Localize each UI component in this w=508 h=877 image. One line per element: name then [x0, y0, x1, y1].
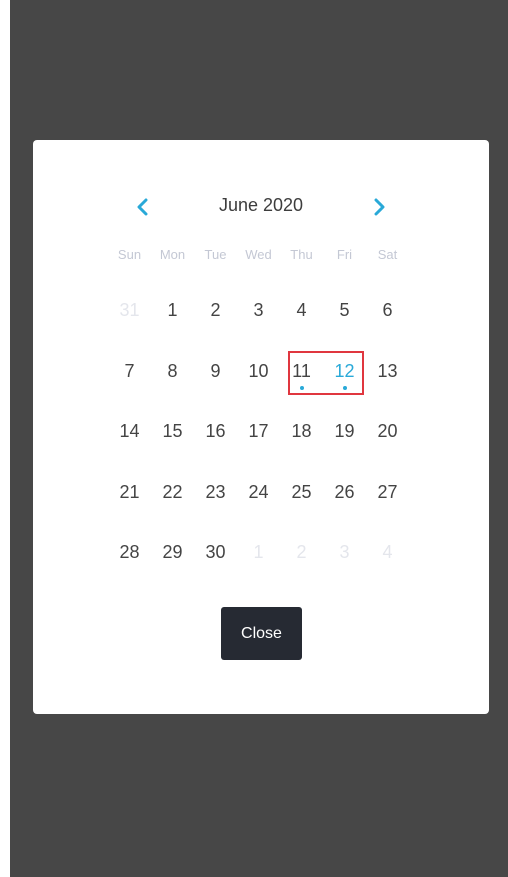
calendar-day[interactable]: 24: [237, 472, 280, 516]
weekday-label: Thu: [290, 247, 313, 262]
calendar-week-row: 28 29 30 1 2 3 4: [108, 532, 409, 576]
next-month-button[interactable]: [364, 192, 394, 222]
previous-month-button[interactable]: [128, 192, 158, 222]
calendar-modal: June 2020 Sun Mon Tue Wed Thu Fri Sat 31…: [33, 140, 489, 714]
calendar-day[interactable]: 9: [194, 351, 237, 395]
calendar-day-label: 18: [291, 421, 312, 441]
calendar-day[interactable]: 27: [366, 472, 409, 516]
weekday-label: Sun: [117, 247, 142, 262]
calendar-week-row: 14 15 16 17 18 19 20: [108, 411, 409, 455]
calendar-week-row: 7 8 9 10 11 12 13: [108, 351, 409, 395]
calendar-day[interactable]: 21: [108, 472, 151, 516]
calendar-day[interactable]: 20: [366, 411, 409, 455]
chevron-left-icon: [137, 198, 148, 216]
calendar-day[interactable]: 30: [194, 532, 237, 576]
calendar-day-outside-month[interactable]: 2: [280, 532, 323, 576]
calendar-day-label: 29: [162, 542, 183, 562]
calendar-day[interactable]: 22: [151, 472, 194, 516]
calendar-day-outside-month[interactable]: 1: [237, 532, 280, 576]
calendar-day[interactable]: 6: [366, 290, 409, 334]
calendar-day-label: 9: [210, 361, 221, 381]
weekday-label: Fri: [336, 247, 353, 262]
calendar-day-label: 8: [167, 361, 178, 381]
calendar-day[interactable]: 25: [280, 472, 323, 516]
calendar-day[interactable]: 15: [151, 411, 194, 455]
calendar-day[interactable]: 2: [194, 290, 237, 334]
calendar-day-label: 16: [205, 421, 226, 441]
calendar-day-label: 23: [205, 482, 226, 502]
calendar-day[interactable]: 16: [194, 411, 237, 455]
month-title: June 2020: [218, 195, 304, 215]
weekday-header: Sun Mon Tue Wed Thu Fri Sat: [108, 247, 409, 262]
calendar-day-label: 3: [339, 542, 350, 562]
calendar-day-label: 11: [292, 361, 311, 381]
calendar-day-label: 25: [291, 482, 312, 502]
event-dot-icon: [299, 386, 304, 390]
calendar-day-label: 12: [334, 361, 355, 381]
calendar-day-label: 24: [248, 482, 269, 502]
calendar-day-label: 31: [119, 300, 140, 320]
calendar-day-label: 14: [119, 421, 140, 441]
calendar-day-label: 27: [377, 482, 398, 502]
calendar-day-label: 20: [377, 421, 398, 441]
calendar-day[interactable]: 19: [323, 411, 366, 455]
calendar-day[interactable]: 23: [194, 472, 237, 516]
calendar-day[interactable]: 10: [237, 351, 280, 395]
calendar-day[interactable]: 28: [108, 532, 151, 576]
calendar-day-label: 21: [119, 482, 140, 502]
calendar-week-row: 21 22 23 24 25 26 27: [108, 472, 409, 516]
calendar-day[interactable]: 11: [280, 351, 323, 395]
calendar-day-label: 1: [253, 542, 264, 562]
weekday-label: Sat: [377, 247, 398, 262]
calendar-day[interactable]: 1: [151, 290, 194, 334]
calendar-day[interactable]: 17: [237, 411, 280, 455]
calendar-day-label: 2: [210, 300, 221, 320]
calendar-day-label: 26: [334, 482, 355, 502]
calendar-day-label: 1: [167, 300, 178, 320]
calendar-day[interactable]: 12: [323, 351, 366, 395]
calendar-week-row: 31 1 2 3 4 5 6: [108, 290, 409, 334]
calendar-day[interactable]: 8: [151, 351, 194, 395]
calendar-day-label: 7: [124, 361, 135, 381]
calendar-day[interactable]: 29: [151, 532, 194, 576]
weekday-label: Tue: [204, 247, 227, 262]
calendar-day-label: 15: [162, 421, 183, 441]
calendar-day[interactable]: 4: [280, 290, 323, 334]
weekday-label: Mon: [159, 247, 186, 262]
calendar-day-outside-month[interactable]: 3: [323, 532, 366, 576]
calendar-day[interactable]: 7: [108, 351, 151, 395]
calendar-day-label: 6: [382, 300, 393, 320]
calendar-day-label: 22: [162, 482, 183, 502]
calendar-day-label: 2: [296, 542, 307, 562]
calendar-day-outside-month[interactable]: 31: [108, 290, 151, 334]
calendar-day-label: 10: [248, 361, 269, 381]
calendar-day[interactable]: 18: [280, 411, 323, 455]
calendar-day[interactable]: 14: [108, 411, 151, 455]
chevron-right-icon: [374, 198, 385, 216]
calendar-day-label: 28: [119, 542, 140, 562]
weekday-label: Wed: [245, 247, 272, 262]
calendar-day[interactable]: 3: [237, 290, 280, 334]
calendar-day-label: 4: [296, 300, 307, 320]
calendar-day-label: 3: [253, 300, 264, 320]
calendar-day-label: 19: [334, 421, 355, 441]
close-button[interactable]: Close: [221, 607, 302, 660]
calendar-day-label: 5: [339, 300, 350, 320]
calendar-day[interactable]: 5: [323, 290, 366, 334]
calendar-day-label: 30: [205, 542, 226, 562]
calendar-day-label: 17: [248, 421, 269, 441]
calendar-day[interactable]: 13: [366, 351, 409, 395]
calendar-day[interactable]: 26: [323, 472, 366, 516]
calendar-day-label: 13: [377, 361, 398, 381]
calendar-day-label: 4: [382, 542, 393, 562]
event-dot-icon: [342, 386, 347, 390]
calendar-day-outside-month[interactable]: 4: [366, 532, 409, 576]
